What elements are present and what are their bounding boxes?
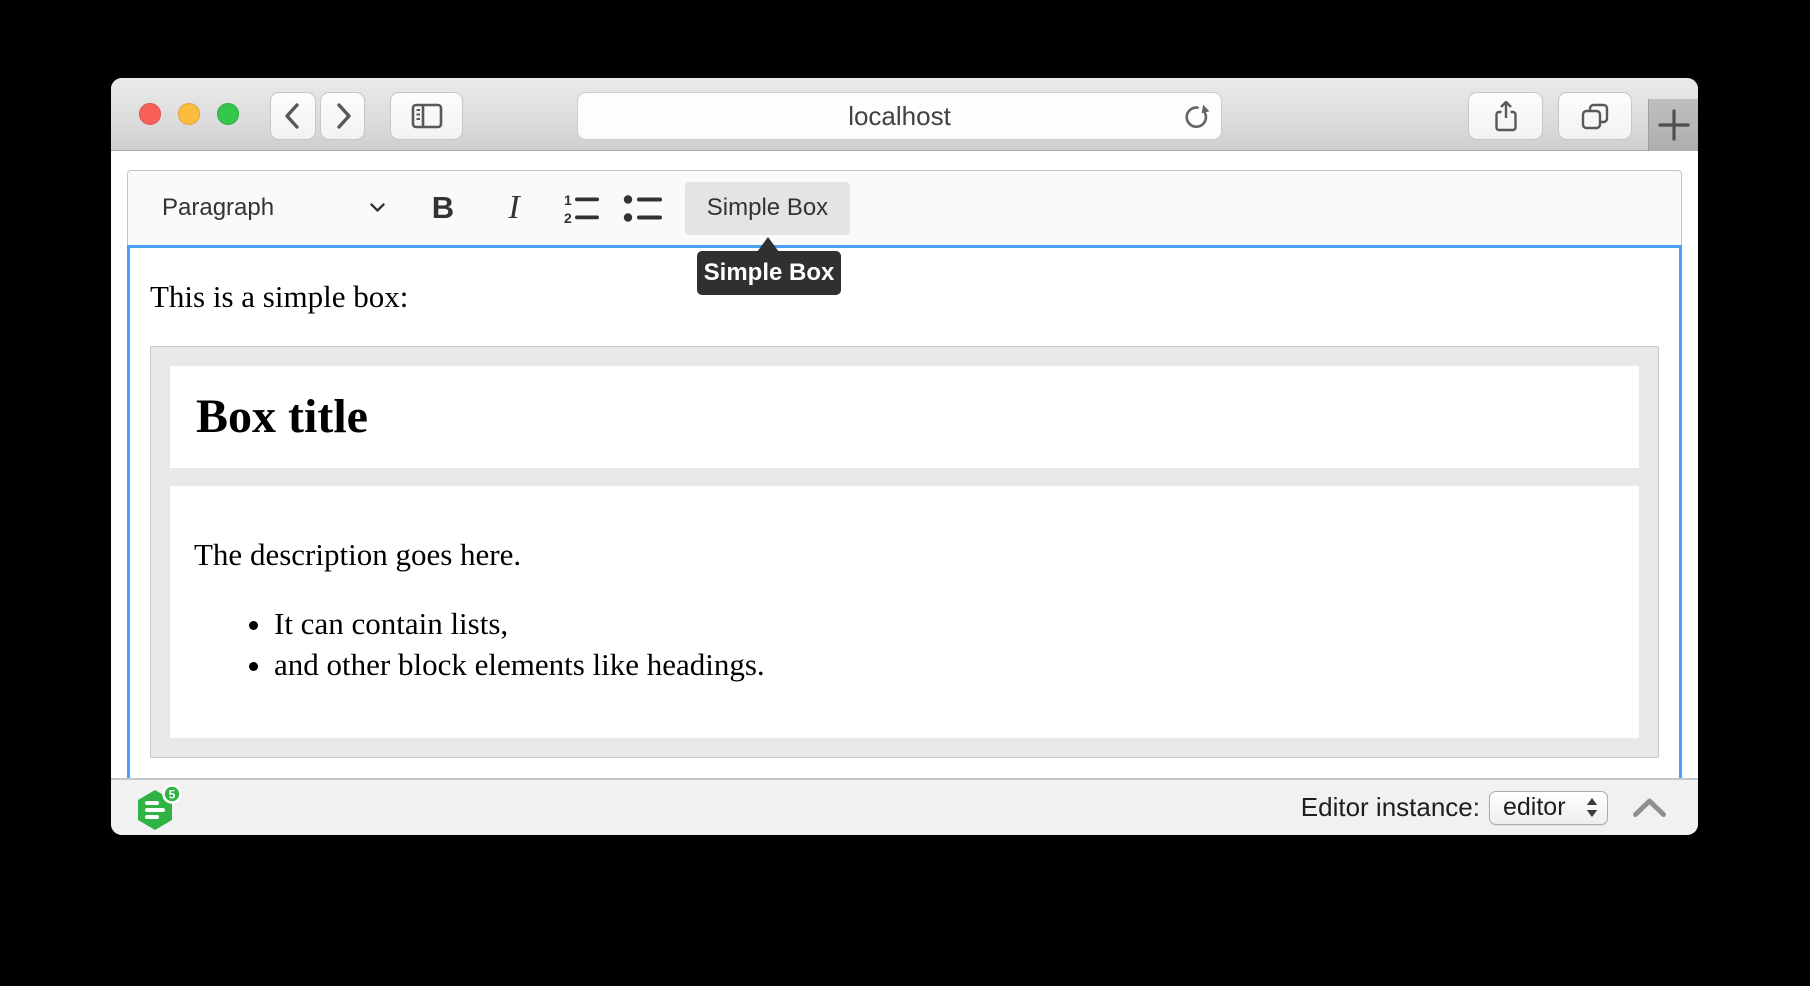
ckeditor-logo-button[interactable]: 5 — [133, 783, 185, 835]
bulleted-list-icon — [622, 190, 666, 226]
reload-button[interactable] — [1179, 100, 1213, 134]
address-bar[interactable]: localhost — [577, 92, 1222, 140]
svg-text:5: 5 — [169, 788, 176, 802]
simple-box-description-region[interactable]: The description goes here. It can contai… — [170, 486, 1639, 738]
desktop-background: localhost — [0, 0, 1810, 986]
description-list: It can contain lists, and other block el… — [194, 604, 1615, 685]
share-button[interactable] — [1468, 92, 1543, 140]
numbered-list-icon: 1 2 — [560, 190, 604, 226]
intro-paragraph: This is a simple box: — [150, 279, 1659, 315]
browser-window: localhost — [111, 78, 1698, 835]
svg-text:1: 1 — [564, 192, 572, 208]
heading-dropdown[interactable]: Paragraph — [144, 181, 399, 235]
editor-content[interactable]: This is a simple box: Box title The desc… — [127, 245, 1682, 779]
list-item: It can contain lists, — [274, 604, 1615, 644]
forward-button[interactable] — [320, 92, 365, 140]
tooltip-caret-icon — [757, 237, 779, 252]
bold-icon: B — [432, 190, 454, 226]
editor-toolbar: Paragraph B I 1 2 — [127, 170, 1682, 245]
svg-text:2: 2 — [564, 210, 572, 226]
tooltip-text: Simple Box — [697, 251, 841, 295]
minimize-window-button[interactable] — [178, 103, 200, 125]
plus-icon — [1657, 108, 1691, 142]
tabs-overview-icon — [1579, 100, 1611, 132]
back-button[interactable] — [270, 92, 316, 140]
inspector-bar: 5 Editor instance: editor — [111, 778, 1698, 835]
chevron-right-icon — [331, 101, 355, 131]
bulleted-list-button[interactable] — [620, 182, 668, 235]
address-bar-url: localhost — [578, 93, 1221, 139]
bold-button[interactable]: B — [419, 182, 467, 235]
chevron-left-icon — [281, 101, 305, 131]
chevron-up-icon — [1631, 795, 1668, 820]
ckeditor-logo-icon: 5 — [133, 783, 185, 835]
box-title-heading: Box title — [196, 386, 1613, 448]
new-tab-button[interactable] — [1648, 99, 1698, 151]
editor-instance-value: editor — [1503, 793, 1585, 822]
ckeditor: Paragraph B I 1 2 — [127, 170, 1682, 779]
simple-box-title-region[interactable]: Box title — [170, 366, 1639, 468]
close-window-button[interactable] — [139, 103, 161, 125]
list-item: and other block elements like headings. — [274, 645, 1615, 685]
inspector-controls: Editor instance: editor — [1301, 780, 1668, 835]
italic-button[interactable]: I — [490, 182, 538, 235]
chevron-down-icon — [370, 203, 385, 213]
tab-overview-button[interactable] — [1558, 92, 1632, 140]
select-arrows-icon — [1585, 796, 1599, 819]
reload-icon — [1181, 102, 1211, 132]
share-icon — [1492, 99, 1520, 133]
sidebar-toggle-button[interactable] — [390, 92, 463, 140]
numbered-list-button[interactable]: 1 2 — [554, 182, 610, 235]
italic-icon: I — [508, 189, 519, 227]
tooltip: Simple Box — [697, 237, 841, 295]
editor-instance-select[interactable]: editor — [1489, 791, 1608, 825]
description-paragraph: The description goes here. — [194, 537, 1615, 573]
browser-titlebar: localhost — [111, 78, 1698, 151]
simple-box-button-label: Simple Box — [707, 194, 828, 222]
editor-instance-label: Editor instance: — [1301, 792, 1480, 823]
window-controls — [139, 103, 239, 125]
heading-dropdown-label: Paragraph — [162, 194, 274, 222]
inspector-collapse-button[interactable] — [1631, 795, 1668, 820]
simple-box-widget[interactable]: Box title The description goes here. It … — [150, 346, 1659, 758]
zoom-window-button[interactable] — [217, 103, 239, 125]
sidebar-icon — [409, 101, 445, 131]
simple-box-button[interactable]: Simple Box — [685, 182, 850, 235]
